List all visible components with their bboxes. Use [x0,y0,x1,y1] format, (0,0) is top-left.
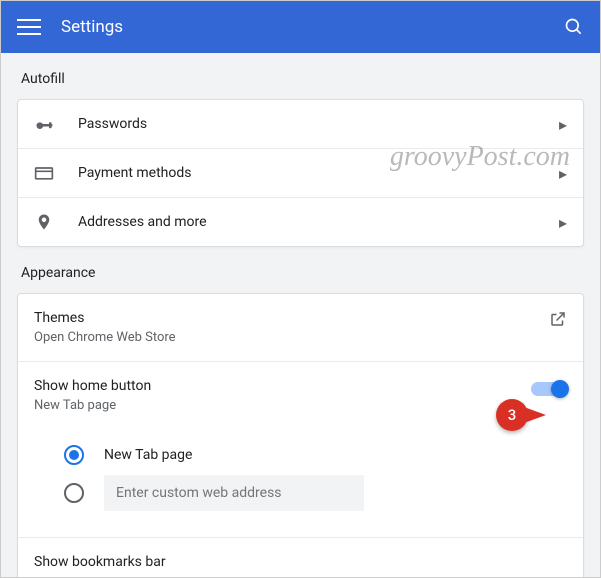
home-button-options: New Tab page [18,429,583,538]
chevron-right-icon: ▸ [559,164,567,183]
toggle-knob [551,380,569,398]
radio-label: New Tab page [104,447,192,463]
location-icon [34,212,54,232]
home-button-title: Show home button [34,378,531,394]
themes-sub: Open Chrome Web Store [34,330,549,345]
settings-content: Autofill Passwords ▸ Payment methods ▸ A… [1,53,600,577]
appearance-card: Themes Open Chrome Web Store Show home b… [17,293,584,577]
autofill-card: Passwords ▸ Payment methods ▸ Addresses … [17,99,584,247]
open-external-icon[interactable] [549,310,567,328]
section-title-autofill: Autofill [17,53,584,99]
bookmarks-bar-title: Show bookmarks bar [34,554,567,570]
appearance-home-button: Show home button New Tab page [18,362,583,429]
row-label: Passwords [78,116,559,132]
chevron-right-icon: ▸ [559,213,567,232]
menu-icon[interactable] [17,15,41,39]
app-title: Settings [61,17,123,37]
section-title-appearance: Appearance [17,247,584,293]
custom-url-input[interactable] [104,475,364,511]
search-icon[interactable] [564,17,584,37]
credit-card-icon [34,163,54,183]
row-label: Payment methods [78,165,559,181]
app-header: Settings [1,1,600,53]
appearance-bookmarks-bar[interactable]: Show bookmarks bar [18,538,583,577]
autofill-passwords[interactable]: Passwords ▸ [18,100,583,149]
themes-title: Themes [34,310,549,326]
home-option-newtab[interactable]: New Tab page [64,445,567,465]
radio-icon[interactable] [64,483,84,503]
key-icon [34,114,54,134]
home-button-sub: New Tab page [34,398,531,413]
home-button-toggle[interactable] [531,382,567,396]
home-option-custom[interactable] [64,475,567,511]
appearance-themes[interactable]: Themes Open Chrome Web Store [18,294,583,362]
autofill-payment[interactable]: Payment methods ▸ [18,149,583,198]
custom-url-input-wrap [104,475,364,511]
radio-icon[interactable] [64,445,84,465]
chevron-right-icon: ▸ [559,115,567,134]
autofill-addresses[interactable]: Addresses and more ▸ [18,198,583,246]
row-label: Addresses and more [78,214,559,230]
